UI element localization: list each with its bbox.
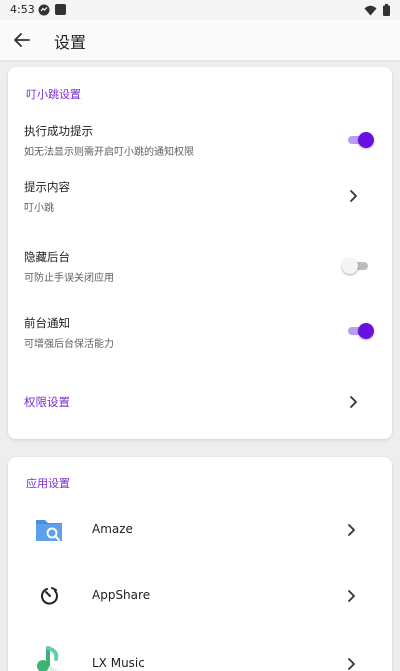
app-row-lx-music[interactable]: LX Music [8,629,392,671]
dingxiaotiao-settings-card: 叮小跳设置 执行成功提示 如无法显示则需开启叮小跳的通知权限 提示内容 叮小跳 … [8,67,392,439]
status-icons [364,4,390,16]
status-time: 4:53 [10,3,35,16]
switch-thumb [342,258,358,274]
battery-icon [383,4,390,16]
foreground-notification-row[interactable]: 前台通知 可增强后台保活能力 [8,310,392,362]
app-row-amaze[interactable]: Amaze [8,497,392,563]
tip-content-row[interactable]: 提示内容 叮小跳 [8,173,392,229]
app-bar: 设置 [0,20,400,60]
app-name: Amaze [92,522,133,536]
foreground-notification-switch[interactable] [346,322,374,340]
permission-settings-row[interactable]: 权限设置 [8,383,392,423]
chevron-right-icon [348,590,355,602]
switch-thumb [358,323,374,339]
success-tip-switch[interactable] [346,131,374,149]
hide-background-switch[interactable] [342,257,370,275]
row-subtitle: 叮小跳 [24,203,54,214]
notification-icon [38,4,50,16]
music-note-icon [37,646,59,671]
app-notification-icon [55,4,66,15]
folder-search-icon [36,520,62,542]
app-name: AppShare [92,588,151,602]
row-title: 前台通知 [24,316,70,330]
wifi-icon [364,5,377,15]
back-arrow-icon[interactable] [10,28,34,52]
switch-thumb [358,132,374,148]
chevron-right-icon [350,396,357,408]
chevron-right-icon [350,190,357,202]
row-title: 提示内容 [24,180,70,194]
appshare-icon [40,587,58,605]
row-subtitle: 可防止手误关闭应用 [24,273,114,284]
row-title: 权限设置 [24,395,70,409]
app-settings-card: 应用设置 Amaze AppShare LX Music [8,457,392,671]
section-title-dingxiaotiao: 叮小跳设置 [26,88,81,101]
row-title: 隐藏后台 [24,250,70,264]
status-bar: 4:53 [0,0,400,20]
row-title: 执行成功提示 [24,124,93,138]
app-name: LX Music [92,656,145,670]
page-title: 设置 [54,33,87,52]
success-tip-row[interactable]: 执行成功提示 如无法显示则需开启叮小跳的通知权限 [8,115,392,167]
row-subtitle: 可增强后台保活能力 [24,339,114,350]
section-title-app-settings: 应用设置 [26,477,70,490]
app-row-appshare[interactable]: AppShare [8,563,392,629]
row-subtitle: 如无法显示则需开启叮小跳的通知权限 [24,147,194,158]
chevron-right-icon [348,658,355,670]
chevron-right-icon [348,524,355,536]
hide-background-row[interactable]: 隐藏后台 可防止手误关闭应用 [8,242,392,294]
